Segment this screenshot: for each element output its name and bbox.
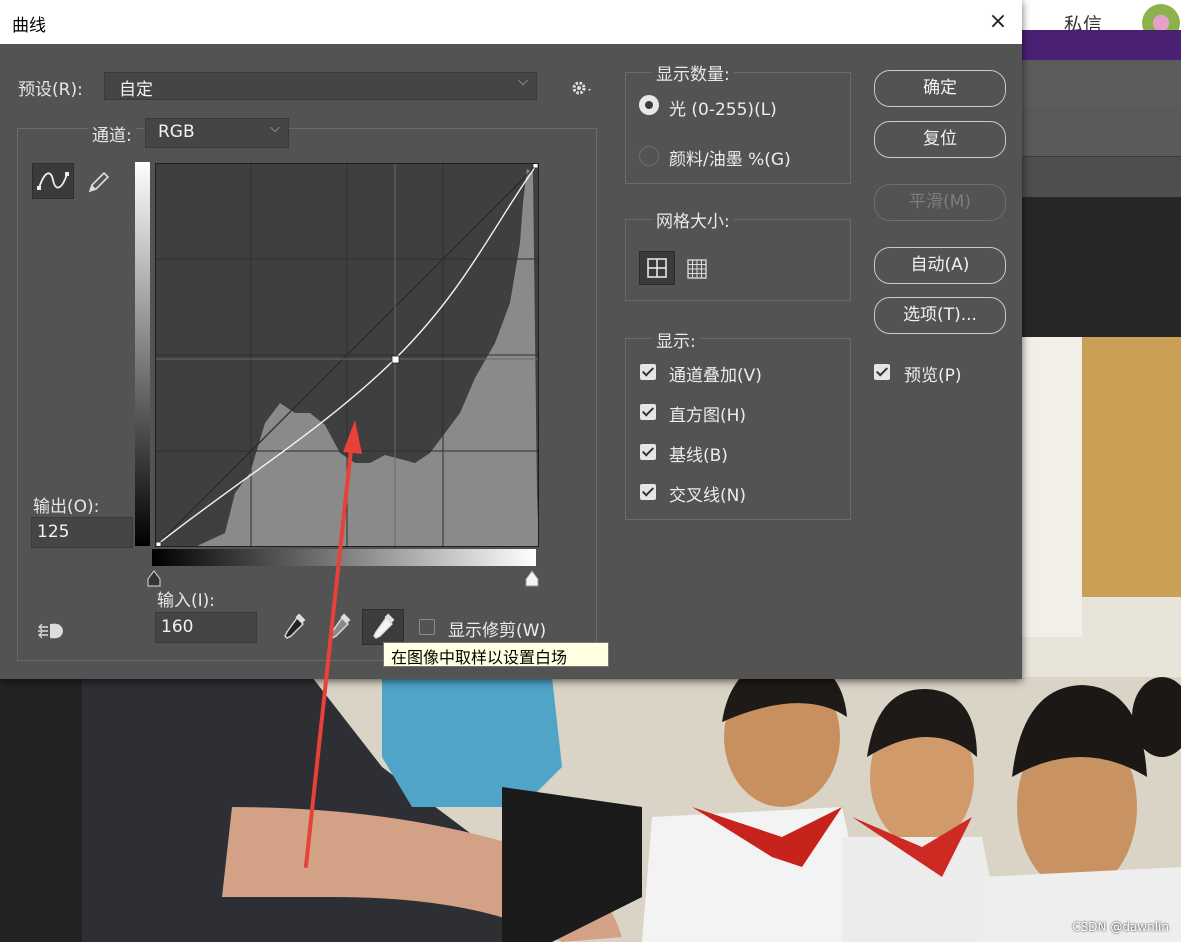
white-point-slider[interactable]: [523, 570, 541, 587]
grid-size-title: 网格大小:: [652, 207, 734, 232]
gear-icon[interactable]: [570, 78, 594, 98]
curves-dialog: 曲线 × 预设(R): 自定 ⌵ 通道: RGB ⌵ 输出(O): 125 输入…: [0, 0, 1022, 679]
tooltip: 在图像中取样以设置白场: [383, 642, 609, 667]
auto-button[interactable]: 自动(A): [874, 247, 1006, 284]
light-radio-label: 光 (0-255)(L): [669, 100, 777, 120]
title-bar: [0, 0, 1022, 44]
baseline-checkbox[interactable]: [640, 444, 656, 460]
curve-point-tool[interactable]: [32, 163, 74, 199]
chevron-down-icon: ⌵: [518, 74, 528, 89]
channel-select[interactable]: RGB ⌵: [145, 118, 289, 148]
detailed-grid-button[interactable]: [680, 251, 714, 285]
light-radio[interactable]: [639, 95, 659, 115]
ok-button[interactable]: 确定: [874, 70, 1006, 107]
histogram-checkbox[interactable]: [640, 404, 656, 420]
curve-tool-icon: [37, 172, 69, 190]
background-toolbar: [1022, 60, 1181, 109]
pencil-icon[interactable]: [84, 167, 112, 197]
background-canvas: [1022, 197, 1181, 337]
chevron-down-icon: ⌵: [270, 121, 280, 136]
show-options-title: 显示:: [652, 327, 700, 352]
display-amount-title: 显示数量:: [652, 60, 734, 85]
show-clipping-checkbox[interactable]: [419, 619, 435, 635]
reset-button[interactable]: 复位: [874, 121, 1006, 158]
preview-checkbox[interactable]: [874, 364, 890, 380]
intersection-line-label: 交叉线(N): [669, 486, 746, 506]
background-toolbar: [1022, 157, 1181, 197]
channel-label: 通道:: [88, 121, 136, 146]
options-button[interactable]: 选项(T)...: [874, 297, 1006, 334]
background-toolbar: [1022, 108, 1181, 157]
black-eyedropper-icon[interactable]: [279, 612, 309, 644]
channel-overlay-checkbox[interactable]: [640, 364, 656, 380]
smooth-button[interactable]: 平滑(M): [874, 184, 1006, 221]
detailed-grid-icon: [687, 259, 707, 279]
channel-value: RGB: [158, 122, 195, 142]
baseline-label: 基线(B): [669, 446, 728, 466]
background-app-banner: [1022, 30, 1181, 60]
background-panel: [0, 679, 82, 942]
preset-select[interactable]: 自定 ⌵: [104, 72, 537, 100]
close-icon[interactable]: ×: [978, 6, 1018, 38]
input-label: 输入(I):: [157, 591, 216, 611]
curve-graph[interactable]: [154, 162, 540, 548]
output-label: 输出(O):: [33, 497, 100, 517]
input-field[interactable]: 160: [155, 612, 257, 643]
pigment-radio[interactable]: [639, 146, 659, 166]
dialog-title: 曲线: [12, 16, 46, 36]
pigment-radio-label: 颜料/油墨 %(G): [669, 150, 791, 170]
output-gradient-bar: [135, 162, 150, 546]
output-field[interactable]: 125: [31, 517, 133, 548]
curve-graph-canvas[interactable]: [154, 162, 540, 548]
simple-grid-icon: [647, 258, 667, 278]
simple-grid-button[interactable]: [639, 251, 675, 285]
white-eyedropper-icon[interactable]: [362, 609, 404, 645]
preset-value: 自定: [119, 80, 153, 100]
channel-overlay-label: 通道叠加(V): [669, 366, 762, 386]
curve-point-active[interactable]: [391, 355, 400, 364]
input-gradient-bar: [152, 549, 536, 566]
watermark: CSDN @dawnlin: [1072, 920, 1169, 934]
gray-eyedropper-icon[interactable]: [324, 612, 354, 644]
black-point-slider[interactable]: [145, 570, 163, 587]
preset-label: 预设(R):: [18, 80, 83, 100]
intersection-line-checkbox[interactable]: [640, 484, 656, 500]
preview-label: 预览(P): [904, 366, 962, 386]
histogram-label: 直方图(H): [669, 406, 747, 426]
targeted-adjustment-icon[interactable]: [36, 618, 68, 644]
show-clipping-label: 显示修剪(W): [448, 621, 547, 641]
